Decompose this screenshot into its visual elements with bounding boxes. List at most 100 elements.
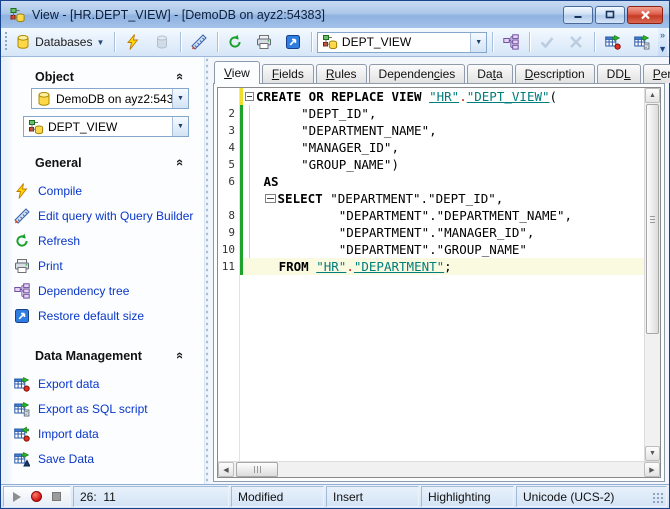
object-section-header: Object «: [1, 65, 204, 88]
data-management-section-header: Data Management «: [1, 344, 204, 367]
databases-dropdown-button[interactable]: Databases ▼: [10, 31, 109, 53]
view-tab-page: CREATE OR REPLACE VIEW "HR"."DEPT_VIEW"(…: [213, 83, 665, 482]
object-combo[interactable]: DEPT_VIEW ▼: [316, 31, 488, 53]
tab-rules[interactable]: Rules: [315, 64, 367, 83]
line-number: 6: [228, 175, 235, 188]
view-combo-field[interactable]: DEPT_VIEW: [24, 117, 172, 136]
toolbar-grip[interactable]: [4, 32, 8, 52]
restore-icon: [605, 10, 615, 19]
horizontal-scroll-thumb[interactable]: [236, 462, 278, 477]
database-combo-value: DemoDB on ayz2:54383: [56, 91, 172, 106]
tab-dependencies[interactable]: Dependencies: [368, 64, 466, 83]
cancel-changes-button[interactable]: [563, 31, 589, 53]
export-data-link[interactable]: Export data: [14, 371, 204, 396]
refresh-button[interactable]: [222, 31, 248, 53]
view-combo-dropdown[interactable]: ▼: [172, 117, 188, 136]
dependency-tree-icon: [14, 283, 30, 299]
import-data-link[interactable]: Import data: [14, 421, 204, 446]
tab-description[interactable]: Description: [514, 64, 595, 83]
dependency-tree-button[interactable]: [498, 31, 524, 53]
fold-collapse-icon[interactable]: [264, 194, 276, 203]
tab-permissions[interactable]: Permissions: [642, 64, 670, 83]
collapse-section-icon[interactable]: «: [173, 352, 188, 359]
database-icon: [36, 91, 52, 107]
save-view-button[interactable]: [149, 31, 175, 53]
refresh-icon: [14, 233, 30, 249]
fold-column: [243, 105, 256, 122]
object-combo-dropdown[interactable]: ▼: [470, 32, 487, 52]
fold-column: [243, 241, 256, 258]
fold-collapse-icon[interactable]: [245, 92, 254, 101]
toolbar-overflow-button[interactable]: » ▼: [658, 28, 667, 56]
general-section-header: General «: [1, 151, 204, 174]
query-builder-icon: [14, 208, 30, 224]
close-button[interactable]: [627, 5, 663, 24]
collapse-section-icon[interactable]: «: [173, 159, 188, 166]
link-label: Save Data: [38, 451, 95, 466]
view-combo[interactable]: DEPT_VIEW ▼: [23, 116, 189, 137]
fold-column: [243, 156, 256, 173]
tab-ddl[interactable]: DDL: [596, 64, 641, 83]
cancel-icon: [568, 34, 584, 50]
vertical-scrollbar[interactable]: ▲ ▼: [644, 88, 660, 461]
query-builder-button[interactable]: [186, 31, 212, 53]
export-data-button[interactable]: [600, 31, 626, 53]
export-sql-icon: [14, 401, 30, 417]
compile-button[interactable]: [120, 31, 146, 53]
database-combo-dropdown[interactable]: ▼: [172, 89, 188, 108]
modified-status: Modified: [231, 486, 324, 507]
view-icon: [322, 34, 338, 50]
link-label: Export data: [38, 376, 100, 391]
restore-default-size-link[interactable]: Restore default size: [14, 303, 204, 328]
line-number: 8: [228, 209, 235, 222]
compile-link[interactable]: Compile: [14, 178, 204, 203]
tab-fields[interactable]: Fields: [261, 64, 314, 83]
object-combo-field[interactable]: DEPT_VIEW: [318, 33, 470, 52]
refresh-link[interactable]: Refresh: [14, 228, 204, 253]
horizontal-scrollbar[interactable]: ◀ ▶: [218, 461, 660, 477]
restore-size-button[interactable]: [280, 31, 306, 53]
print-button[interactable]: [251, 31, 277, 53]
restore-button[interactable]: [595, 5, 625, 24]
chevron-right-icon: »: [660, 30, 666, 40]
link-label: Restore default size: [38, 308, 145, 323]
toolbar-separator: [594, 32, 596, 52]
play-icon[interactable]: [13, 491, 21, 502]
link-label: Print: [38, 258, 63, 273]
scroll-down-icon[interactable]: ▼: [645, 446, 660, 461]
scroll-up-icon[interactable]: ▲: [645, 88, 660, 103]
line-number: 10: [221, 243, 235, 256]
vertical-scroll-thumb[interactable]: [646, 104, 659, 334]
scroll-right-icon[interactable]: ▶: [644, 462, 660, 477]
insert-mode-status: Insert: [326, 486, 419, 507]
stop-icon[interactable]: [52, 492, 61, 501]
resize-grip[interactable]: [652, 492, 664, 504]
cursor-position: 26: 11: [73, 486, 229, 507]
minimize-button[interactable]: [563, 5, 593, 24]
dependency-tree-link[interactable]: Dependency tree: [14, 278, 204, 303]
export-sql-link[interactable]: Export as SQL script: [14, 396, 204, 421]
encoding-status: Unicode (UCS-2): [516, 486, 667, 507]
minimize-icon: [574, 16, 582, 18]
databases-dropdown-label: Databases: [35, 35, 93, 49]
database-combo[interactable]: DemoDB on ayz2:54383 ▼: [31, 88, 189, 109]
edit-query-link[interactable]: Edit query with Query Builder: [14, 203, 204, 228]
save-data-link[interactable]: Save Data: [14, 446, 204, 471]
collapse-section-icon[interactable]: «: [173, 73, 188, 80]
view-icon: [9, 7, 26, 23]
export-sql-button[interactable]: [629, 31, 655, 53]
sql-editor[interactable]: CREATE OR REPLACE VIEW "HR"."DEPT_VIEW"(…: [217, 87, 661, 478]
tab-view[interactable]: View: [214, 61, 260, 84]
tab-data[interactable]: Data: [467, 64, 513, 83]
scroll-left-icon[interactable]: ◀: [218, 462, 234, 477]
print-link[interactable]: Print: [14, 253, 204, 278]
object-combo-value: DEPT_VIEW: [341, 35, 412, 49]
database-icon: [15, 34, 31, 50]
record-icon[interactable]: [31, 491, 42, 502]
line-number: 2: [228, 107, 235, 120]
apply-icon: [539, 34, 555, 50]
code-area[interactable]: CREATE OR REPLACE VIEW "HR"."DEPT_VIEW"(…: [218, 88, 644, 461]
line-number: 4: [228, 141, 235, 154]
apply-changes-button[interactable]: [534, 31, 560, 53]
database-combo-field[interactable]: DemoDB on ayz2:54383: [32, 89, 172, 108]
